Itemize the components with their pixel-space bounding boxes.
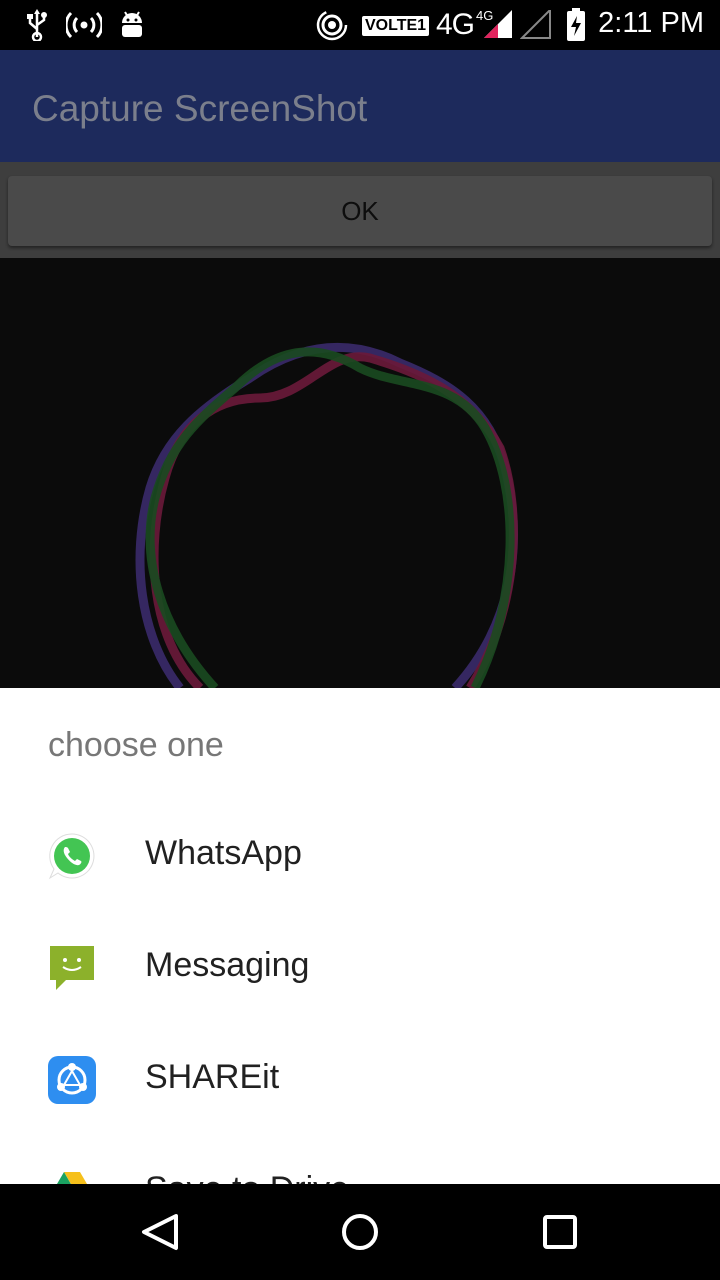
ok-button[interactable]: OK [8,176,712,246]
share-sheet: choose one WhatsApp Messaging SHAREit Sa… [0,688,720,1184]
status-bar: VOLTE1 4G 4G 2:11 PM [0,0,720,50]
signal-icon [482,8,514,42]
app-title: Capture ScreenShot [32,88,368,129]
android-debug-icon [118,8,146,42]
drive-icon [48,1168,96,1184]
battery-charging-icon [566,8,586,42]
usb-icon [26,8,48,42]
status-time: 2:11 PM [598,7,704,39]
option-whatsapp[interactable]: WhatsApp [0,800,720,912]
volte-badge: VOLTE1 [362,16,430,36]
signal-empty-icon [520,8,552,42]
hotspot-icon [66,8,102,42]
option-label: WhatsApp [145,834,302,872]
nav-bar [0,1184,720,1280]
back-icon[interactable] [132,1204,188,1260]
wifi-hotspot-icon [316,8,348,42]
option-shareit[interactable]: SHAREit [0,1024,720,1136]
home-icon[interactable] [332,1204,388,1260]
option-drive[interactable]: Save to Drive [0,1136,720,1184]
sheet-title: choose one [48,726,224,764]
option-messaging[interactable]: Messaging [0,912,720,1024]
recents-icon[interactable] [532,1204,588,1260]
shareit-icon [48,1056,96,1104]
whatsapp-icon [48,832,96,880]
option-label: Save to Drive [145,1170,349,1184]
drawing-canvas [0,258,720,688]
messaging-icon [48,944,96,992]
spirograph-drawing [135,342,518,688]
option-label: SHAREit [145,1058,280,1096]
network-type: 4G [436,8,475,41]
option-label: Messaging [145,946,310,984]
